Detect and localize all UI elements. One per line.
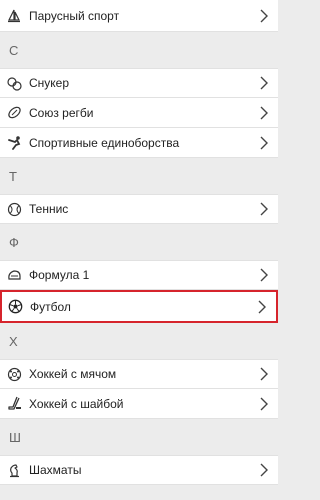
sport-label: Футбол: [30, 299, 71, 314]
sports-list: Парусный спорт С Снукер Союз регби Спорт…: [0, 0, 278, 485]
sport-row-chess[interactable]: Шахматы: [0, 455, 278, 485]
sport-row-rugby-union[interactable]: Союз регби: [0, 98, 278, 128]
martial-arts-icon: [6, 135, 22, 151]
chevron-right-icon: [260, 367, 268, 381]
bandy-icon: [6, 366, 22, 382]
sport-label: Шахматы: [29, 463, 82, 477]
section-header-f: Ф: [0, 224, 278, 260]
sport-label: Теннис: [29, 202, 69, 216]
sport-row-snooker[interactable]: Снукер: [0, 68, 278, 98]
football-icon: [7, 299, 23, 315]
chess-icon: [6, 462, 22, 478]
chevron-right-icon: [260, 76, 268, 90]
section-header-t: Т: [0, 158, 278, 194]
chevron-right-icon: [260, 9, 268, 23]
section-header-s: С: [0, 32, 278, 68]
tennis-icon: [6, 201, 22, 217]
sport-row-football[interactable]: Футбол: [0, 290, 278, 323]
chevron-right-icon: [260, 268, 268, 282]
sport-label: Формула 1: [29, 268, 90, 282]
sport-label: Хоккей с шайбой: [29, 396, 124, 411]
section-header-sh: Ш: [0, 419, 278, 455]
sport-row-martial-arts[interactable]: Спортивные единоборства: [0, 128, 278, 158]
sport-row-sailing[interactable]: Парусный спорт: [0, 0, 278, 32]
section-header-h: Х: [0, 323, 278, 359]
chevron-right-icon: [260, 397, 268, 411]
chevron-right-icon: [260, 106, 268, 120]
sport-label: Спортивные единоборства: [29, 135, 180, 150]
sport-row-tennis[interactable]: Теннис: [0, 194, 278, 224]
snooker-icon: [6, 75, 22, 91]
sport-label: Союз регби: [29, 105, 94, 120]
formula1-icon: [6, 267, 22, 283]
chevron-right-icon: [260, 463, 268, 477]
sport-label: Снукер: [29, 76, 70, 90]
chevron-right-icon: [260, 136, 268, 150]
chevron-right-icon: [260, 202, 268, 216]
sport-label: Парусный спорт: [29, 8, 120, 23]
sport-row-ice-hockey[interactable]: Хоккей с шайбой: [0, 389, 278, 419]
sport-row-bandy[interactable]: Хоккей с мячом: [0, 359, 278, 389]
sport-row-formula1[interactable]: Формула 1: [0, 260, 278, 290]
chevron-right-icon: [258, 300, 266, 314]
sailing-icon: [6, 8, 22, 24]
rugby-icon: [6, 105, 22, 121]
sport-label: Хоккей с мячом: [29, 367, 117, 381]
ice-hockey-icon: [6, 396, 22, 412]
